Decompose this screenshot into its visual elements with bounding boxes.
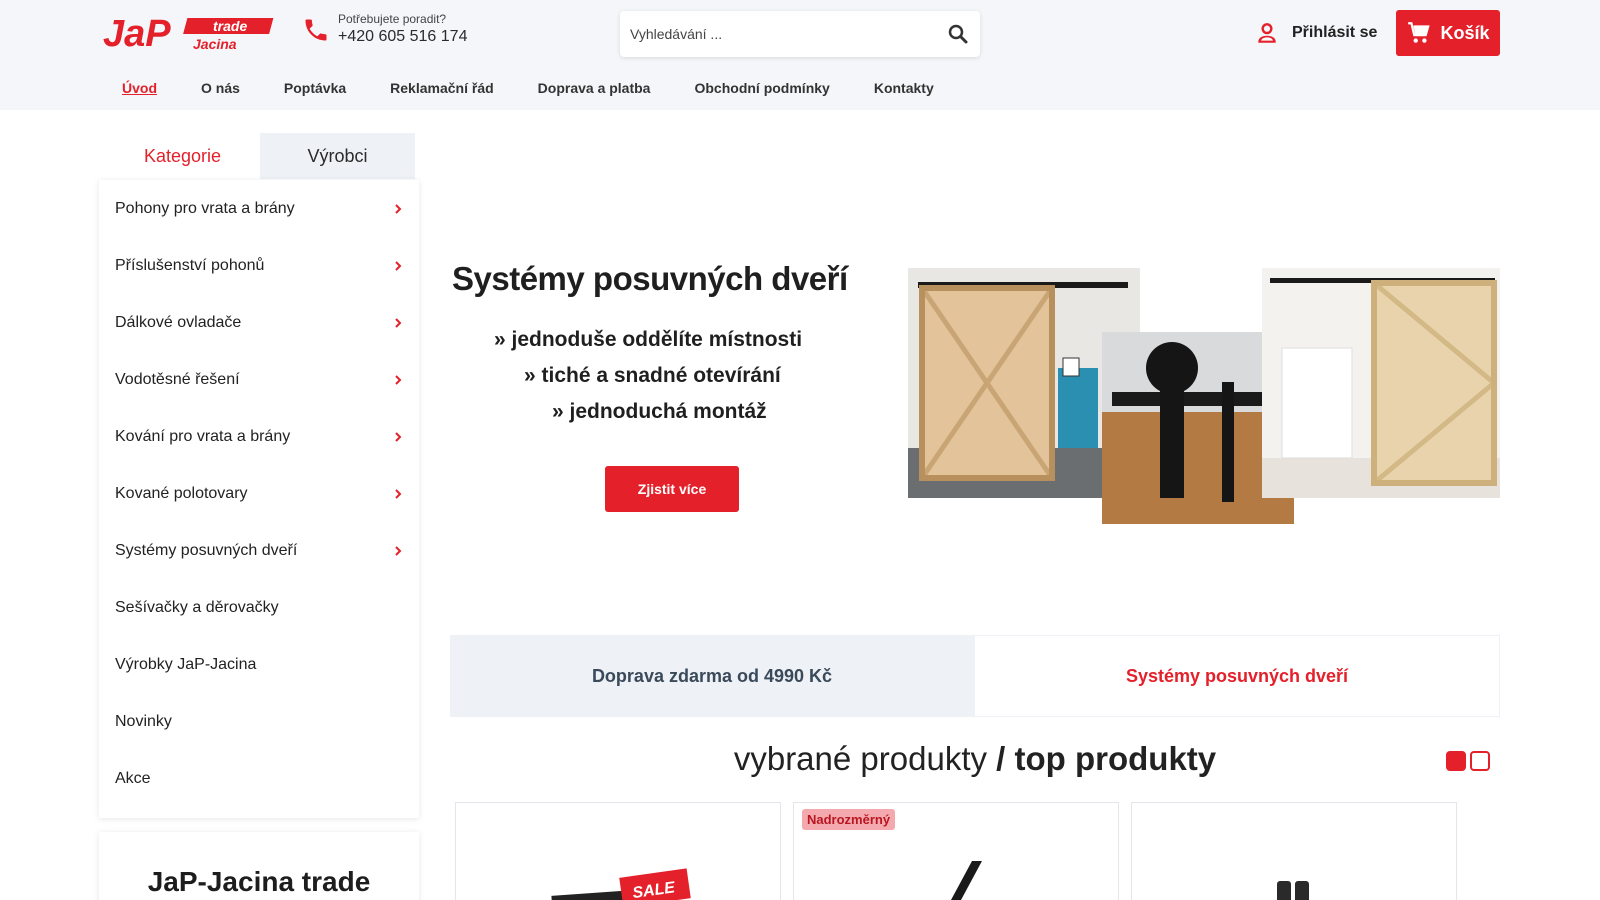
chevron-right-icon (395, 374, 402, 385)
jap-trade-logo[interactable]: JaP trade Jacina (103, 12, 277, 52)
tab-vyrobci[interactable]: Výrobci (260, 133, 415, 179)
door-image-right (1262, 268, 1500, 498)
chevron-right-icon (395, 545, 402, 556)
user-icon (1258, 23, 1276, 43)
svg-text:trade: trade (213, 18, 247, 34)
chevron-right-icon (395, 203, 402, 214)
chevron-right-icon (395, 488, 402, 499)
category-label: Výrobky JaP-Jacina (115, 655, 257, 673)
category-novinky[interactable]: Novinky (99, 693, 419, 750)
nav-item-doprava-a-platba[interactable]: Doprava a platba (538, 80, 651, 96)
nav-item-poptavka[interactable]: Poptávka (284, 80, 346, 96)
category-prislusenstvi[interactable]: Příslušenství pohonů (99, 237, 419, 294)
category-kovani[interactable]: Kování pro vrata a brány (99, 408, 419, 465)
category-kovane-polotovary[interactable]: Kované polotovary (99, 465, 419, 522)
tab-kategorie[interactable]: Kategorie (105, 133, 260, 179)
product-card[interactable] (1131, 802, 1457, 900)
phone-number[interactable]: +420 605 516 174 (338, 26, 467, 48)
tab-free-shipping[interactable]: Doprava zdarma od 4990 Kč (450, 635, 974, 717)
carousel-dots (1446, 751, 1490, 771)
nav-item-obchodni-podminky[interactable]: Obchodní podmínky (694, 80, 829, 96)
info-tabs: Doprava zdarma od 4990 Kč Systémy posuvn… (450, 635, 1500, 717)
category-label: Vodotěsné řešení (115, 370, 240, 388)
product-image: SALE (551, 868, 691, 900)
nav-item-uvod[interactable]: Úvod (122, 80, 157, 96)
search-box (620, 11, 980, 57)
category-list: Pohony pro vrata a brány Příslušenství p… (99, 180, 419, 818)
svg-text:JaP: JaP (103, 13, 171, 52)
section-title-light: vybrané produkty (733, 740, 987, 777)
category-label: Sešívačky a děrovačky (115, 598, 279, 616)
login-button[interactable]: Přihlásit se (1254, 20, 1377, 46)
category-label: Kování pro vrata a brány (115, 427, 291, 445)
sidebar-tabs: Kategorie Výrobci (105, 133, 415, 179)
section-title-bold: top produkty (1014, 740, 1217, 777)
login-label: Přihlásit se (1292, 24, 1378, 41)
category-label: Dálkové ovladače (115, 313, 242, 331)
product-card[interactable]: SALE (455, 802, 781, 900)
category-label: Pohony pro vrata a brány (115, 199, 295, 217)
cart-icon (1408, 22, 1431, 43)
category-label: Novinky (115, 712, 172, 730)
cart-label: Košík (1440, 22, 1490, 43)
nav-item-reklamacni-rad[interactable]: Reklamační řád (390, 80, 494, 96)
category-akce[interactable]: Akce (99, 750, 419, 807)
brand-title: JaP-Jacina trade (147, 866, 371, 897)
phone-label: Potřebujete poradit? (338, 12, 447, 26)
category-label: Kované polotovary (115, 484, 248, 502)
banner-line-2: » tiché a snadné otevírání (524, 364, 781, 387)
chevron-right-icon (395, 431, 402, 442)
chevron-right-icon (395, 260, 402, 271)
category-posuvne-dvere[interactable]: Systémy posuvných dveří (99, 522, 419, 579)
banner-headline: Systémy posuvných dveří (452, 260, 848, 297)
banner-cta-button[interactable]: Zjistit více (605, 466, 739, 512)
brand-box: JaP-Jacina trade (99, 832, 419, 900)
category-pohony[interactable]: Pohony pro vrata a brány (99, 180, 419, 237)
product-image (1277, 881, 1309, 900)
oversized-badge: Nadrozměrný (802, 809, 896, 830)
chevron-right-icon (395, 317, 402, 328)
banner-line-3: » jednoduchá montáž (552, 400, 767, 423)
category-sesivacky[interactable]: Sešívačky a děrovačky (99, 579, 419, 636)
main-nav: Úvod O nás Poptávka Reklamační řád Dopra… (122, 80, 978, 96)
svg-text:Jacina: Jacina (193, 36, 237, 52)
site-header: JaP trade Jacina Potřebujete poradit? +4… (0, 0, 1600, 110)
phone-icon (305, 19, 327, 41)
nav-item-kontakty[interactable]: Kontakty (874, 80, 934, 96)
product-card[interactable]: Nadrozměrný (793, 802, 1119, 900)
search-icon[interactable] (946, 22, 970, 46)
category-label: Systémy posuvných dveří (115, 541, 298, 559)
category-vodotesne[interactable]: Vodotěsné řešení (99, 351, 419, 408)
category-label: Příslušenství pohonů (115, 256, 265, 274)
section-title: vybrané produkty / top produkty (450, 740, 1500, 778)
product-cards: SALE Nadrozměrný (455, 802, 1457, 900)
category-label: Akce (115, 769, 151, 787)
search-input[interactable] (620, 14, 930, 54)
banner-line-1: » jednoduše oddělíte místnosti (494, 328, 803, 351)
carousel-dot-1[interactable] (1446, 751, 1466, 771)
carousel-dot-2[interactable] (1470, 751, 1490, 771)
cart-button[interactable]: Košík (1396, 10, 1500, 56)
tab-sliding-doors[interactable]: Systémy posuvných dveří (974, 635, 1500, 717)
category-vyrobky-jap[interactable]: Výrobky JaP-Jacina (99, 636, 419, 693)
phone-contact[interactable]: Potřebujete poradit? +420 605 516 174 (302, 12, 467, 48)
promo-banner[interactable]: Systémy posuvných dveří » jednoduše oddě… (450, 240, 1500, 540)
section-title-separator: / (986, 740, 1015, 777)
nav-item-o-nas[interactable]: O nás (201, 80, 240, 96)
category-dalkove-ovladace[interactable]: Dálkové ovladače (99, 294, 419, 351)
